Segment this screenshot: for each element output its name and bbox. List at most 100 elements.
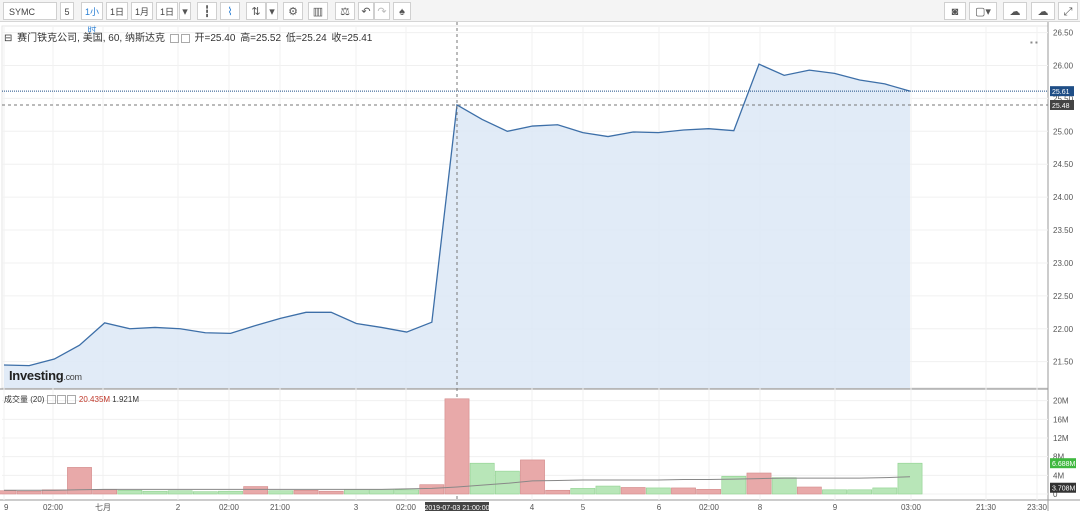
volume-bar — [16, 490, 42, 495]
instrument-name: 赛门铁克公司, 美国, 60, 纳斯达克 — [17, 33, 165, 44]
volume-bar — [469, 462, 495, 495]
time-tick-label: 5 — [581, 503, 586, 511]
settings-icon[interactable] — [56, 395, 66, 405]
compare-icon[interactable]: ⚖ — [335, 2, 355, 20]
chevron-down-icon[interactable]: ▾ — [266, 2, 278, 20]
volume-label: 成交量 (20) — [4, 395, 45, 404]
pane-controls-icon[interactable]: ▪ ▪ — [1030, 38, 1038, 47]
line-chart-icon[interactable]: ⌇ — [220, 2, 240, 20]
volume-bar — [620, 487, 646, 495]
low-value: 低=25.24 — [285, 33, 327, 44]
volume-bar — [293, 489, 319, 495]
volume-bar — [847, 489, 873, 495]
camera-icon[interactable]: ◙ — [944, 2, 966, 20]
volume-value-1: 20.435M — [78, 395, 111, 404]
price-chart[interactable]: 26.5026.0025.5025.0024.5024.0023.5023.00… — [0, 22, 1080, 511]
time-tick-label: 21:00 — [270, 503, 291, 511]
price-tick-label: 24.50 — [1053, 160, 1074, 169]
time-tick-label: 2 — [176, 503, 181, 511]
time-tick-label: 03:00 — [901, 503, 922, 511]
cloud-save-icon[interactable]: ☁ — [1031, 2, 1055, 20]
redo-icon[interactable]: ↷ — [374, 2, 390, 20]
volume-bar — [746, 472, 772, 495]
volume-bar — [394, 489, 420, 495]
time-tick-label: 4 — [530, 503, 535, 511]
symbol-input[interactable]: SYMC — [3, 2, 57, 20]
indicator-icon[interactable]: ⇅ — [246, 2, 266, 20]
price-pane — [2, 22, 1048, 500]
interval-selector[interactable]: 5 — [60, 2, 74, 20]
price-tick-label: 26.50 — [1053, 29, 1074, 38]
range-1d-button[interactable]: 1日 — [106, 2, 128, 20]
time-tick-label: 七月 — [95, 503, 111, 511]
last-price-tag-text: 25.61 — [1052, 89, 1070, 96]
range-1h-button[interactable]: 1小时 — [81, 2, 103, 35]
volume-bar — [243, 486, 269, 495]
toolbar: SYMC 5 1小时 1日 1月 1日 ▾ ┇ ⌇ ⇅ ▾ ⚙ ▥ ⚖ ↶ ↷ … — [0, 0, 1080, 35]
volume-legend: 成交量 (20) 20.435M 1.921M — [4, 394, 139, 405]
volume-tick-label: 4M — [1053, 471, 1064, 480]
price-tick-label: 26.00 — [1053, 61, 1074, 70]
volume-bar — [218, 490, 243, 495]
volume-bar — [343, 489, 369, 495]
volume-value-2: 1.921M — [112, 395, 139, 404]
volume-bar — [117, 489, 143, 495]
gear-icon[interactable]: ⚙ — [283, 2, 303, 20]
volume-bar — [570, 488, 596, 495]
studies-icon[interactable]: ▥ — [308, 2, 328, 20]
undo-icon[interactable]: ↶ — [358, 2, 374, 20]
volume-bar — [444, 398, 470, 495]
volume-bar — [142, 490, 168, 495]
volume-bar — [696, 489, 722, 495]
volume-tick-label: 16M — [1053, 415, 1069, 424]
chart-legend: ⊟ 赛门铁克公司, 美国, 60, 纳斯达克 开=25.40 高=25.52 低… — [4, 29, 374, 44]
range-1m-button[interactable]: 1月 — [131, 2, 153, 20]
time-tick-label: 21:30 — [976, 503, 997, 511]
volume-bar — [268, 490, 294, 495]
price-tick-label: 23.50 — [1053, 226, 1074, 235]
volume-bar — [595, 485, 621, 495]
alert-icon[interactable]: ♠ — [393, 2, 411, 20]
candlestick-icon[interactable]: ┇ — [197, 2, 217, 20]
time-tick-label: 02:00 — [699, 503, 720, 511]
collapse-icon[interactable]: ⊟ — [4, 33, 12, 44]
time-tick-label: 02:00 — [396, 503, 417, 511]
price-tick-label: 21.50 — [1053, 358, 1074, 367]
eye-icon[interactable] — [169, 33, 179, 43]
time-tick-label: 3 — [354, 503, 359, 511]
volume-bar — [520, 459, 545, 495]
close-icon[interactable] — [66, 395, 76, 405]
volume-bar — [771, 477, 797, 495]
volume-bar — [167, 490, 193, 495]
range-1d-alt-button[interactable]: 1日 — [156, 2, 178, 20]
volume-tick-label: 12M — [1053, 434, 1069, 443]
price-tick-label: 25.00 — [1053, 127, 1074, 136]
volume-bar — [822, 489, 847, 495]
last-volume-tag-text: 6.688M — [1052, 461, 1076, 468]
volume-bar — [796, 486, 822, 495]
high-value: 高=25.52 — [240, 33, 282, 44]
volume-bar — [419, 484, 445, 495]
price-tick-label: 24.00 — [1053, 193, 1074, 202]
cloud-load-icon[interactable]: ☁ — [1003, 2, 1027, 20]
volume-bar — [897, 462, 923, 495]
open-value: 开=25.40 — [194, 33, 236, 44]
volume-pane — [0, 398, 923, 495]
volume-bar — [645, 487, 671, 495]
close-value: 收=25.41 — [331, 33, 373, 44]
volume-tick-label: 20M — [1053, 397, 1069, 406]
volume-bar — [369, 489, 394, 495]
eye-icon[interactable] — [46, 395, 56, 405]
crosshair-price-tag-text: 25.48 — [1052, 103, 1070, 110]
volume-bar — [192, 491, 218, 495]
time-tick-label: 6 — [657, 503, 662, 511]
time-tick-label: 23:30 — [1027, 503, 1048, 511]
volume-bar — [872, 487, 898, 495]
chevron-down-icon[interactable]: ▾ — [179, 2, 191, 20]
layout-icon[interactable]: ▢▾ — [969, 2, 997, 20]
time-tick-label: 02:00 — [219, 503, 240, 511]
settings-icon[interactable] — [180, 33, 190, 43]
fullscreen-icon[interactable]: ⤢ — [1058, 2, 1078, 20]
volume-bar — [318, 490, 344, 495]
time-tick-label: 9 — [4, 503, 9, 511]
